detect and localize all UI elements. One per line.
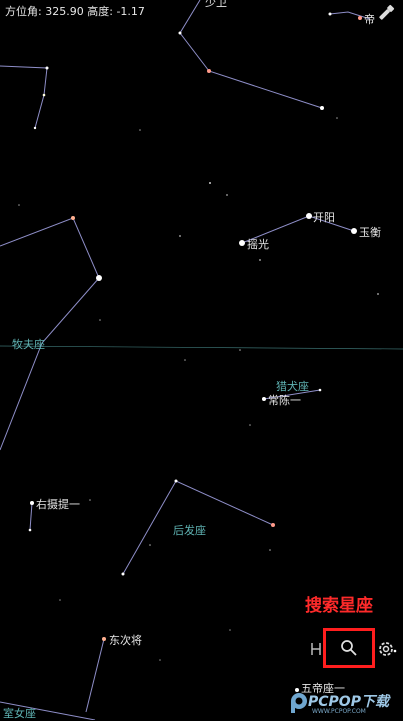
star-dongcijiang (102, 637, 106, 641)
azimuth-label: 方位角: (5, 5, 42, 18)
star-point (28, 528, 32, 532)
star-label-kaiyang[interactable]: 开阳 (313, 209, 335, 225)
settings-button[interactable] (376, 639, 396, 659)
star-label-changchenyi[interactable]: 常陈一 (268, 392, 301, 408)
search-annotation: 搜索星座 (305, 596, 373, 616)
star-label-di[interactable]: 帝 (364, 11, 375, 27)
star-point (358, 16, 362, 20)
star-label-yuheng[interactable]: 玉衡 (359, 224, 381, 240)
search-button[interactable] (323, 628, 375, 668)
watermark: PCPOP下载 WWW.PCPOP.COM (290, 688, 402, 718)
line-uma-top (179, 0, 323, 109)
star-point (207, 69, 211, 73)
constellation-label-bootes[interactable]: 牧夫座 (12, 336, 45, 352)
constellation-label-canes[interactable]: 猎犬座 (276, 378, 309, 394)
gyroscope-icon (311, 643, 321, 655)
star-label-youshetiyi[interactable]: 右摄提一 (36, 496, 80, 512)
star-point (42, 93, 46, 97)
star-point (71, 216, 75, 220)
star-point (318, 388, 322, 392)
star-kaiyang (306, 213, 312, 219)
flashlight-button[interactable] (375, 2, 397, 24)
star-point (174, 479, 178, 483)
line-boots-low (29, 502, 33, 531)
status-readout: 方位角: 325.90 高度: -1.17 (5, 3, 145, 19)
azimuth-value: 325.90 (45, 5, 84, 18)
star-label-dongcijiang[interactable]: 东次将 (109, 632, 142, 648)
star-youshetiyi (30, 501, 34, 505)
star-label-yaoguang[interactable]: 摇光 (247, 236, 269, 252)
star-point (328, 12, 332, 16)
search-icon (341, 640, 357, 656)
star-point (320, 106, 324, 110)
altitude-label: 高度: (87, 5, 113, 18)
star-point (271, 523, 275, 527)
star-point (178, 31, 182, 35)
pcpop-logo-icon (291, 693, 307, 713)
star-yaoguang (239, 240, 245, 246)
altitude-value: -1.17 (116, 5, 145, 18)
watermark-sub: WWW.PCPOP.COM (312, 708, 366, 715)
line-bootes (0, 217, 100, 451)
star-yuheng (351, 228, 357, 234)
line-virgo (85, 638, 105, 713)
line-boots-top (0, 65, 48, 129)
horizon-line (0, 345, 403, 350)
constellation-label-virgo[interactable]: 室女座 (3, 705, 36, 721)
star-changchenyi (262, 397, 266, 401)
gyroscope-button[interactable] (309, 640, 323, 658)
star-point (33, 126, 37, 130)
star-point (96, 275, 102, 281)
flashlight-icon (379, 4, 395, 20)
star-label-shaowei[interactable]: 少卫 (205, 0, 227, 10)
star-point (121, 572, 125, 576)
constellation-label-coma[interactable]: 后发座 (173, 522, 206, 538)
gear-icon (379, 642, 393, 656)
star-point (45, 66, 49, 70)
